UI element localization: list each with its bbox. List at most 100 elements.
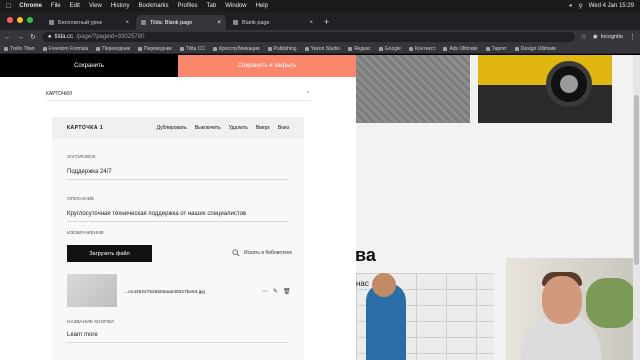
cards-section-header[interactable]: КАРТОЧКИ ⌃: [46, 87, 310, 101]
close-icon[interactable]: ×: [309, 20, 313, 26]
rim-shape: [560, 75, 578, 93]
bookmark-label: Trello Titan: [10, 45, 35, 52]
minimize-window-button[interactable]: [17, 17, 23, 23]
menu-profiles[interactable]: Profiles: [178, 3, 198, 9]
menubar-clock[interactable]: Wed 4 Jan 15:29: [589, 3, 634, 9]
plant-shape: [586, 278, 636, 328]
tab-title: Tilda: Blank page: [150, 19, 193, 26]
card-actions: Дублировать Выключить Удалить Вверх Вниз: [157, 125, 289, 131]
star-icon[interactable]: ☆: [581, 33, 587, 41]
bookmark-item[interactable]: Контекст: [408, 45, 436, 52]
bookmark-item[interactable]: Yaxon Studio: [304, 45, 340, 52]
zoom-window-button[interactable]: [27, 17, 33, 23]
browser-toolbar: ← → ↻ ● tilda.cc/page/?pageid=33025790 ☆…: [0, 30, 640, 44]
search-icon[interactable]: ⚲: [578, 3, 582, 10]
disable-link[interactable]: Выключить: [195, 125, 221, 131]
image-filename: ...o1449247526693aa049327be54.jpg: [124, 290, 206, 295]
more-menu-icon[interactable]: ⋮: [629, 33, 636, 41]
page-viewport: ва нас Сохранить Сохранить и закрыть КАР…: [0, 55, 640, 360]
wifi-icon[interactable]: ◕: [569, 3, 573, 9]
bookmark-label: Publishing: [273, 45, 297, 52]
bookmark-item[interactable]: Tilda CC: [179, 46, 205, 52]
menu-help[interactable]: Help: [256, 3, 268, 9]
incognito-icon: ◉: [592, 34, 598, 40]
upload-file-button[interactable]: Загрузить файл: [67, 245, 152, 262]
bookmark-icon: [4, 46, 8, 51]
mac-menubar:  Chrome File Edit View History Bookmark…: [0, 0, 640, 12]
menu-history[interactable]: History: [111, 3, 130, 9]
scrollbar-thumb[interactable]: [634, 95, 639, 265]
heading-field[interactable]: Поддержка 24/7: [67, 169, 289, 180]
car-wheel-image: [478, 55, 612, 123]
menu-file[interactable]: File: [51, 3, 61, 9]
bookmark-label: Кросспубликация: [218, 45, 260, 52]
close-icon[interactable]: ×: [217, 20, 221, 26]
menu-view[interactable]: View: [89, 3, 102, 9]
menu-edit[interactable]: Edit: [70, 3, 80, 9]
bookmark-item[interactable]: Кросспубликация: [212, 45, 260, 52]
tab-free-lesson[interactable]: Бесплатный урок ×: [44, 15, 134, 30]
bookmark-label: Контекст: [414, 45, 436, 52]
bookmark-item[interactable]: Publishing: [267, 45, 297, 52]
button-name-field[interactable]: Learn more: [67, 332, 289, 343]
search-library-label: Искать в библиотеке: [244, 250, 293, 256]
bookmark-icon: [42, 46, 47, 51]
menu-tab[interactable]: Tab: [207, 3, 217, 9]
bookmark-item[interactable]: Trello Titan: [4, 46, 35, 52]
save-and-close-button[interactable]: Сохранить и закрыть: [178, 55, 356, 77]
incognito-label: Incognito: [600, 34, 623, 40]
folder-icon: [304, 46, 309, 51]
bookmark-item[interactable]: Design Ultimate: [514, 46, 556, 52]
forward-icon[interactable]: →: [17, 34, 24, 41]
bookmark-item[interactable]: Freedom Formula: [42, 46, 88, 52]
back-icon[interactable]: ←: [4, 34, 11, 41]
bookmarks-bar: Trello Titan Freedom Formula Переводчик …: [0, 44, 640, 54]
bookmark-icon: [179, 46, 184, 51]
trash-icon[interactable]: 🗑: [283, 288, 291, 295]
bookmark-item[interactable]: Переводчик: [138, 46, 172, 52]
bookmark-item[interactable]: Яндекс: [347, 46, 371, 52]
menu-app-name[interactable]: Chrome: [19, 3, 42, 9]
lock-icon: ●: [47, 34, 52, 40]
card-editor: КАРТОЧКА 1 Дублировать Выключить Удалить…: [52, 117, 304, 360]
delete-link[interactable]: Удалить: [229, 125, 248, 131]
menu-window[interactable]: Window: [225, 3, 246, 9]
address-bar[interactable]: ● tilda.cc/page/?pageid=33025790: [41, 32, 575, 42]
bookmark-label: Ads Ultimate: [449, 45, 478, 52]
bookmark-item[interactable]: Ads Ultimate: [443, 45, 478, 52]
chevron-up-icon[interactable]: ⌃: [306, 91, 310, 97]
reload-icon[interactable]: ↻: [30, 33, 36, 41]
folder-icon: [408, 46, 413, 51]
bookmark-label: Переводчик: [102, 45, 130, 52]
pencil-icon[interactable]: ✎: [273, 288, 278, 295]
duplicate-link[interactable]: Дублировать: [157, 125, 187, 131]
bookmark-label: Yaxon Studio: [310, 45, 340, 52]
new-tab-button[interactable]: +: [324, 17, 329, 27]
save-button[interactable]: Сохранить: [0, 55, 178, 77]
close-icon[interactable]: ×: [125, 20, 129, 26]
tab-tilda-blank-page[interactable]: Tilda: Blank page ×: [136, 15, 226, 30]
search-library-link[interactable]: Искать в библиотеке: [232, 249, 292, 257]
move-up-link[interactable]: Вверх: [256, 125, 270, 131]
image-thumbnail[interactable]: [67, 274, 117, 307]
description-field[interactable]: Круглосуточная техническая поддержка от …: [67, 211, 289, 222]
card-title: КАРТОЧКА 1: [67, 125, 104, 131]
bookmark-item[interactable]: Google: [378, 46, 401, 52]
asphalt-image: [356, 55, 470, 123]
more-options-icon[interactable]: ⋯: [262, 288, 268, 295]
menu-bookmarks[interactable]: Bookmarks: [139, 3, 169, 9]
bookmark-item[interactable]: Таргет: [485, 46, 507, 52]
move-down-link[interactable]: Вниз: [278, 125, 289, 131]
preview-heading-fragment: ва: [355, 245, 376, 265]
tab-strip: Бесплатный урок × Tilda: Blank page × Bl…: [0, 12, 640, 30]
tab-blank-page[interactable]: Blank page ×: [228, 15, 318, 30]
close-window-button[interactable]: [7, 17, 13, 23]
page-scrollbar[interactable]: [633, 55, 640, 360]
incognito-indicator[interactable]: ◉ Incognito: [593, 34, 623, 40]
bookmark-icon: [96, 46, 101, 51]
apple-icon[interactable]: : [6, 3, 11, 10]
bookmark-label: Переводчик: [144, 45, 172, 52]
url-host: tilda.cc: [54, 34, 74, 40]
bookmark-item[interactable]: Переводчик: [96, 46, 130, 52]
window-controls: [7, 17, 33, 23]
